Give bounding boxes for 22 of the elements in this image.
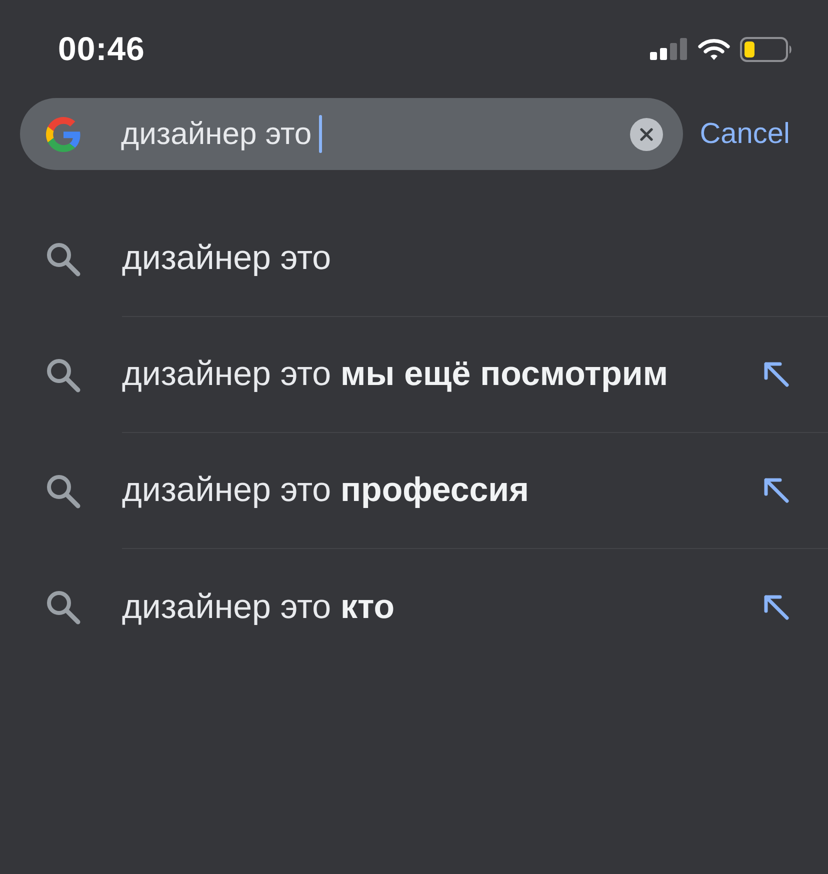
close-icon bbox=[640, 128, 653, 140]
arrow-up-left-icon[interactable] bbox=[763, 361, 790, 388]
search-icon bbox=[45, 357, 81, 393]
search-icon bbox=[45, 589, 81, 625]
search-input[interactable]: дизайнер это bbox=[121, 112, 590, 156]
wifi-icon bbox=[698, 38, 730, 60]
google-g-logo-icon bbox=[46, 116, 81, 152]
search-icon bbox=[45, 473, 81, 509]
search-icon bbox=[45, 241, 81, 277]
clear-button[interactable] bbox=[630, 118, 663, 150]
cancel-button[interactable]: Cancel bbox=[700, 118, 790, 150]
search-bar[interactable]: дизайнер это bbox=[20, 98, 683, 170]
suggestion-text[interactable]: дизайнер это профессия bbox=[122, 471, 529, 510]
suggestion-text[interactable]: дизайнер это bbox=[122, 239, 332, 278]
battery-icon bbox=[740, 36, 793, 62]
status-time: 00:46 bbox=[58, 30, 145, 68]
suggestion-text[interactable]: дизайнер это мы ещё посмотрим bbox=[122, 355, 668, 394]
text-cursor-icon bbox=[318, 115, 322, 153]
suggestion-text[interactable]: дизайнер это кто bbox=[122, 588, 395, 626]
arrow-up-left-icon[interactable] bbox=[763, 477, 790, 504]
signal-icon bbox=[650, 38, 688, 60]
arrow-up-left-icon[interactable] bbox=[763, 594, 790, 620]
